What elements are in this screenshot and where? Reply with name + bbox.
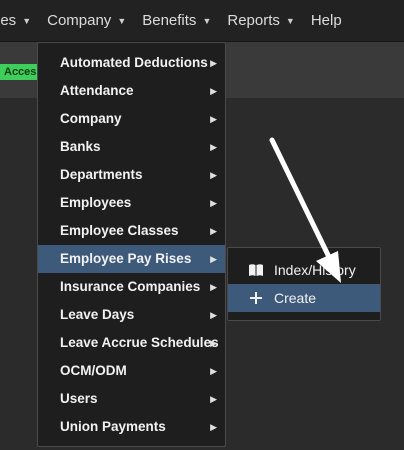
caret-right-icon: ▶ xyxy=(210,394,217,404)
menu-item-label: Departments xyxy=(60,167,143,182)
nav-item-benefits-label: Benefits xyxy=(142,12,197,29)
menu-item-leave-days[interactable]: Leave Days ▶ xyxy=(38,301,225,329)
menu-item-union-payments[interactable]: Union Payments ▶ xyxy=(38,413,225,441)
plus-icon xyxy=(248,292,264,304)
menu-item-label: Employees xyxy=(60,195,132,210)
caret-right-icon: ▶ xyxy=(210,282,217,292)
nav-item-reports-label: Reports xyxy=(227,12,280,29)
menu-item-insurance-companies[interactable]: Insurance Companies ▶ xyxy=(38,273,225,301)
nav-item-benefits[interactable]: Benefits ▼ xyxy=(142,12,211,29)
nav-item-reports[interactable]: Reports ▼ xyxy=(227,12,294,29)
caret-right-icon: ▶ xyxy=(210,114,217,124)
caret-right-icon: ▶ xyxy=(210,422,217,432)
menu-item-label: Leave Days xyxy=(60,307,135,322)
menu-item-label: Banks xyxy=(60,139,101,154)
caret-right-icon: ▶ xyxy=(210,226,217,236)
menu-item-automated-deductions[interactable]: Automated Deductions ▶ xyxy=(38,49,225,77)
caret-right-icon: ▶ xyxy=(210,142,217,152)
menu-item-departments[interactable]: Departments ▶ xyxy=(38,161,225,189)
menu-item-employees[interactable]: Employees ▶ xyxy=(38,189,225,217)
menu-item-label: Employee Pay Rises xyxy=(60,251,192,266)
caret-right-icon: ▶ xyxy=(210,254,217,264)
caret-down-icon: ▼ xyxy=(202,15,212,26)
menu-item-attendance[interactable]: Attendance ▶ xyxy=(38,77,225,105)
caret-right-icon: ▶ xyxy=(210,170,217,180)
menu-item-leave-accrue-schedules[interactable]: Leave Accrue Schedules ▶ xyxy=(38,329,225,357)
caret-down-icon: ▼ xyxy=(285,15,295,26)
menu-item-label: Automated Deductions xyxy=(60,55,208,70)
nav-item-company[interactable]: Company ▼ xyxy=(47,12,126,29)
company-dropdown-menu: Automated Deductions ▶ Attendance ▶ Compan… xyxy=(37,42,226,447)
menu-item-label: Insurance Companies xyxy=(60,279,201,294)
menu-item-label: Attendance xyxy=(60,83,134,98)
menu-item-label: Leave Accrue Schedules xyxy=(60,335,219,350)
submenu-item-index-history[interactable]: Index/History xyxy=(228,256,380,284)
menu-item-label: Employee Classes xyxy=(60,223,179,238)
menu-item-users[interactable]: Users ▶ xyxy=(38,385,225,413)
menu-item-employee-pay-rises[interactable]: Employee Pay Rises ▶ xyxy=(38,245,225,273)
menu-item-label: Company xyxy=(60,111,122,126)
book-icon xyxy=(248,263,264,277)
submenu-item-create[interactable]: Create xyxy=(228,284,380,312)
menu-item-company[interactable]: Company ▶ xyxy=(38,105,225,133)
nav-item-help[interactable]: Help xyxy=(311,12,342,29)
menu-item-label: OCM/ODM xyxy=(60,363,127,378)
nav-item-pages-label: ges xyxy=(0,12,17,29)
caret-down-icon: ▼ xyxy=(117,15,127,26)
caret-right-icon: ▶ xyxy=(210,310,217,320)
caret-right-icon: ▶ xyxy=(210,366,217,376)
nav-item-help-label: Help xyxy=(310,12,342,29)
nav-item-pages[interactable]: ges ▼ xyxy=(0,12,31,29)
top-navbar: ges ▼ Company ▼ Benefits ▼ Reports ▼ Hel… xyxy=(0,0,404,42)
nav-item-company-label: Company xyxy=(47,12,112,29)
menu-item-label: Union Payments xyxy=(60,419,166,434)
menu-item-label: Users xyxy=(60,391,98,406)
submenu-item-label: Index/History xyxy=(274,262,356,278)
employee-pay-rises-submenu: Index/History Create xyxy=(227,247,381,321)
menu-item-ocm-odm[interactable]: OCM/ODM ▶ xyxy=(38,357,225,385)
caret-right-icon: ▶ xyxy=(210,198,217,208)
menu-item-employee-classes[interactable]: Employee Classes ▶ xyxy=(38,217,225,245)
menu-item-banks[interactable]: Banks ▶ xyxy=(38,133,225,161)
caret-right-icon: ▶ xyxy=(210,86,217,96)
caret-right-icon: ▶ xyxy=(210,58,217,68)
caret-right-icon: ▶ xyxy=(210,338,217,348)
submenu-item-label: Create xyxy=(274,290,317,306)
caret-down-icon: ▼ xyxy=(22,15,32,26)
